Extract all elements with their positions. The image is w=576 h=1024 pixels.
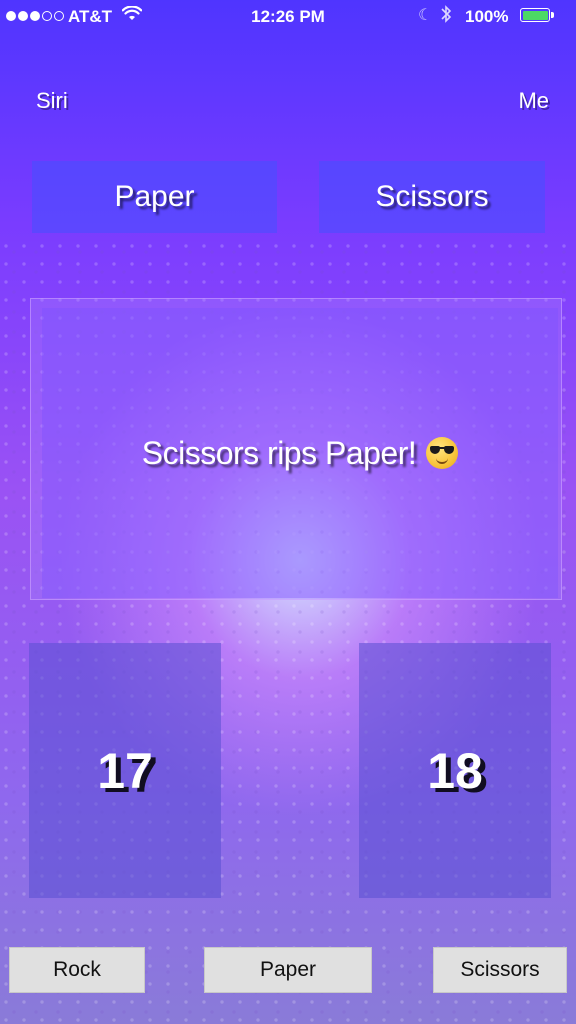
my-score: 18 xyxy=(427,742,483,799)
my-score-box: 18 xyxy=(359,643,551,898)
battery-tip xyxy=(551,12,554,18)
moon-icon: ☾ xyxy=(418,7,433,24)
status-bar: AT&T 12:26 PM ☾ 100% xyxy=(0,0,576,34)
paper-button[interactable]: Paper xyxy=(204,947,372,993)
rock-button[interactable]: Rock xyxy=(9,947,145,993)
siri-choice-text: Paper xyxy=(114,180,195,213)
result-message: Scissors rips Paper! xyxy=(141,434,417,471)
user-label: Me xyxy=(518,88,549,113)
opponent-label: Siri xyxy=(36,88,68,113)
siri-score: 17 xyxy=(97,742,153,799)
siri-choice-box: Paper xyxy=(32,161,277,233)
bluetooth-icon xyxy=(440,4,452,29)
my-choice-box: Scissors xyxy=(319,161,545,233)
result-panel: Scissors rips Paper! xyxy=(42,308,558,598)
battery-icon xyxy=(520,8,550,22)
battery-percent: 100% xyxy=(465,7,509,26)
sunglasses-face-icon xyxy=(426,437,459,469)
scissors-button[interactable]: Scissors xyxy=(433,947,567,993)
my-choice-text: Scissors xyxy=(375,180,489,213)
siri-score-box: 17 xyxy=(29,643,221,898)
